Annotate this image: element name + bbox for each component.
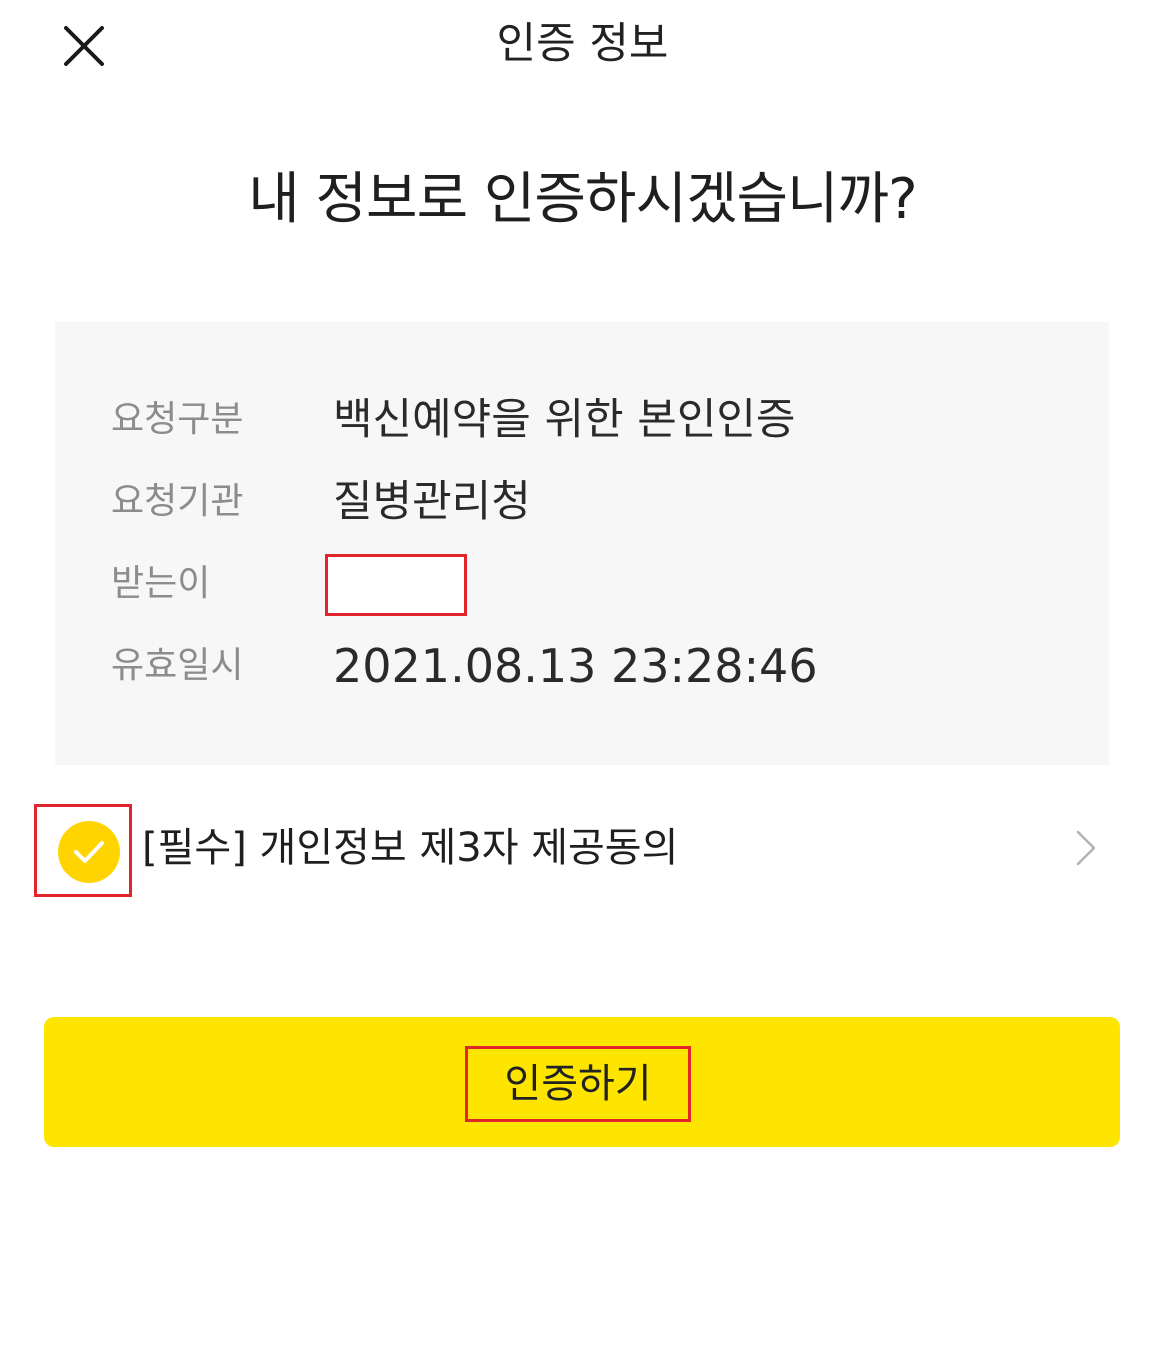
authenticate-label-highlight: 인증하기 <box>465 1046 691 1122</box>
info-value: 2021.08.13 23:28:46 <box>333 639 818 693</box>
info-label: 받는이 <box>111 563 211 604</box>
info-value: 질병관리청 <box>333 477 531 527</box>
info-label: 요청구분 <box>111 399 244 440</box>
info-label: 유효일시 <box>111 645 244 686</box>
auth-info-card: 요청구분 백신예약을 위한 본인인증 요청기관 질병관리청 받는이 유효일시 2… <box>55 322 1109 765</box>
consent-label[interactable]: [필수] 개인정보 제3자 제공동의 <box>142 816 678 880</box>
info-row-valid-until: 유효일시 2021.08.13 23:28:46 <box>111 634 1071 698</box>
info-label: 요청기관 <box>111 481 244 522</box>
info-row-recipient: 받는이 <box>111 552 1071 616</box>
page-title: 인증 정보 <box>496 19 669 69</box>
authenticate-button-label: 인증하기 <box>504 1061 652 1107</box>
confirm-headline: 내 정보로 인증하시겠습니까? <box>248 167 918 232</box>
recipient-redacted-box <box>325 554 467 616</box>
consent-row[interactable]: [필수] 개인정보 제3자 제공동의 <box>0 800 1165 900</box>
info-row-requesting-agency: 요청기관 질병관리청 <box>111 470 1071 534</box>
consent-checkbox-highlight[interactable] <box>34 804 132 897</box>
top-bar: 인증 정보 <box>0 0 1165 92</box>
info-row-request-type: 요청구분 백신예약을 위한 본인인증 <box>111 388 1071 452</box>
consent-checkbox[interactable] <box>58 821 120 883</box>
check-icon <box>74 841 104 863</box>
info-value: 백신예약을 위한 본인인증 <box>333 395 796 445</box>
chevron-right-icon[interactable] <box>1070 828 1102 868</box>
authenticate-button[interactable]: 인증하기 <box>44 1017 1120 1147</box>
